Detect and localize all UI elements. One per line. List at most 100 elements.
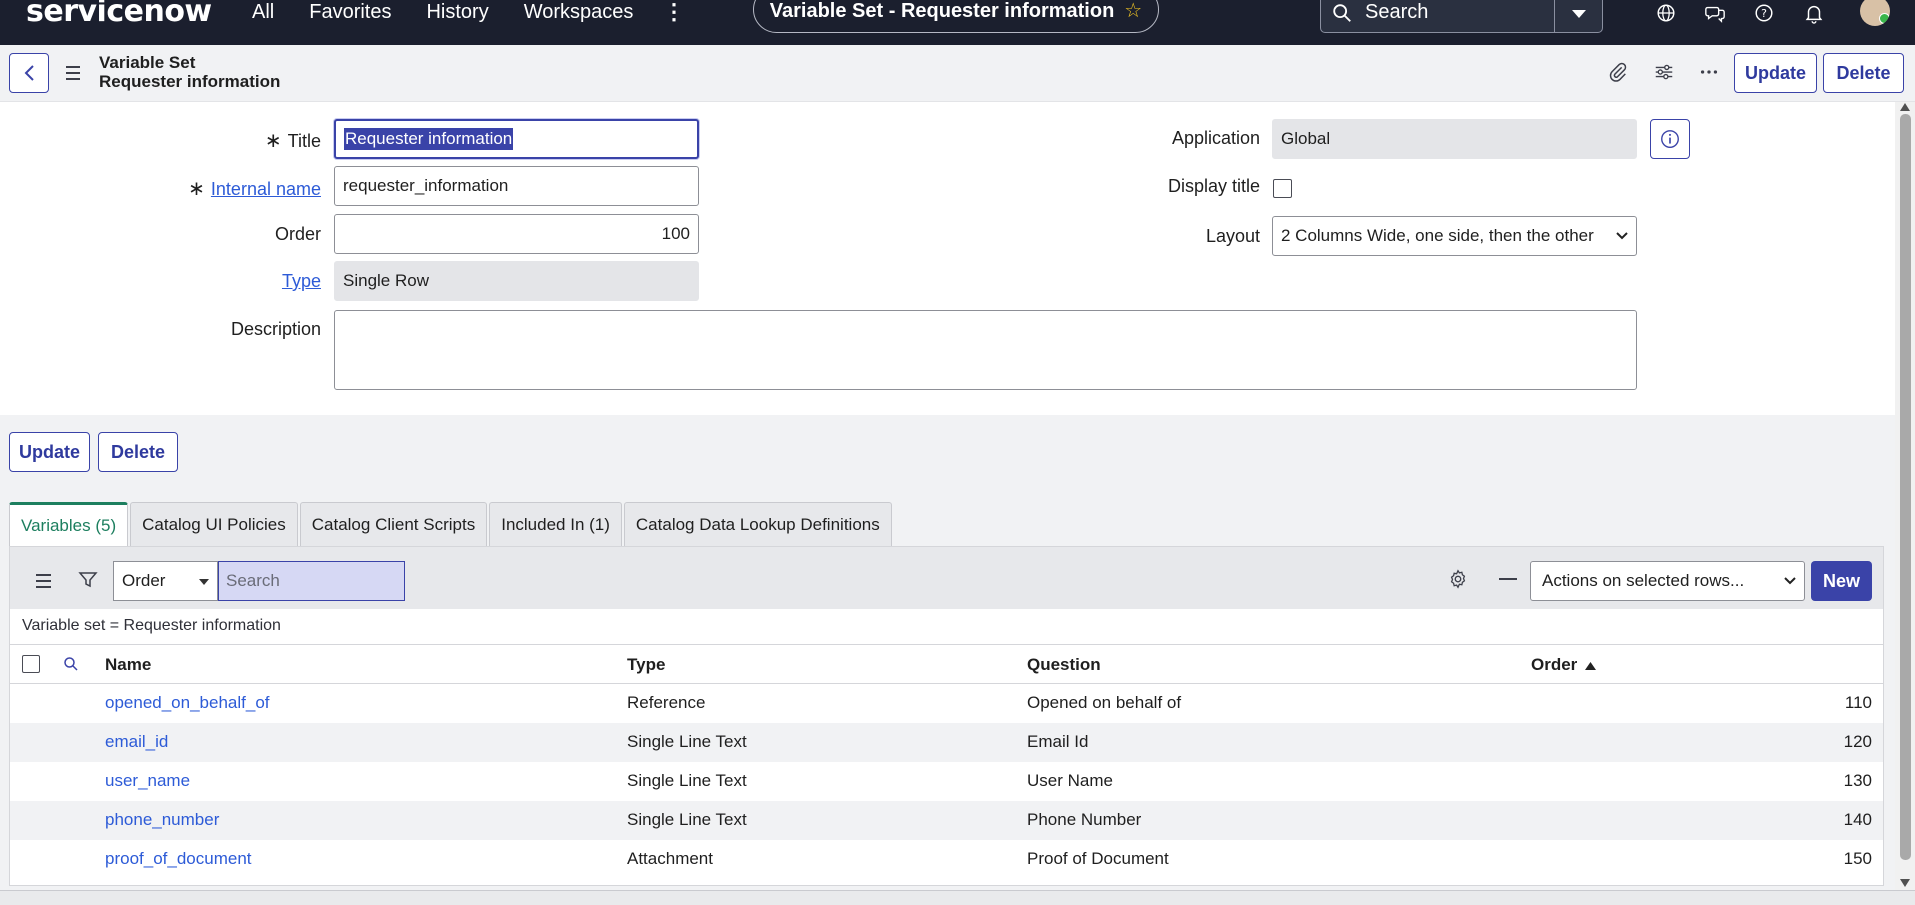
internal-name-link[interactable]: Internal name [211, 179, 321, 199]
tab-catalog-ui-policies[interactable]: Catalog UI Policies [130, 502, 298, 546]
application-info-button[interactable] [1650, 119, 1690, 159]
table-row: proof_of_document Attachment Proof of Do… [10, 840, 1883, 879]
layout-label: Layout [1205, 226, 1260, 246]
record-title-pill[interactable]: Variable Set - Requester information ☆ [753, 0, 1159, 33]
table-row: phone_number Single Line Text Phone Numb… [10, 801, 1883, 840]
select-all-checkbox[interactable] [22, 655, 40, 673]
variable-order: 120 [1843, 732, 1872, 751]
filter-icon[interactable] [78, 570, 98, 590]
variable-type: Single Line Text [627, 771, 747, 790]
header-update-button[interactable]: Update [1734, 53, 1817, 93]
variable-name-link[interactable]: proof_of_document [105, 849, 252, 869]
display-title-label: Display title [1167, 176, 1260, 196]
nav-workspaces[interactable]: Workspaces [524, 0, 634, 25]
title-label: ∗ Title [264, 130, 321, 152]
list-search-input[interactable]: Search [218, 561, 405, 601]
variable-question: User Name [1027, 771, 1113, 790]
tab-variables[interactable]: Variables (5) [9, 502, 129, 546]
description-textarea[interactable] [334, 310, 1637, 390]
application-label: Application [1171, 128, 1260, 148]
variable-question: Opened on behalf of [1027, 693, 1182, 712]
order-input[interactable]: 100 [334, 214, 699, 254]
variable-type: Reference [627, 693, 706, 712]
column-header-type[interactable]: Type [627, 655, 665, 675]
chevron-left-icon [24, 65, 34, 81]
layout-selected-value: 2 Columns Wide, one side, then the other [1281, 226, 1594, 245]
star-icon[interactable]: ☆ [1124, 0, 1142, 23]
vertical-dots-icon[interactable]: ⋮ [663, 0, 685, 24]
tab-catalog-client-scripts[interactable]: Catalog Client Scripts [299, 502, 488, 546]
variable-name-link[interactable]: phone_number [105, 810, 219, 830]
required-asterisk-icon: ∗ [264, 130, 282, 152]
description-label: Description [230, 319, 321, 339]
variable-question: Phone Number [1027, 810, 1142, 829]
new-button[interactable]: New [1811, 561, 1872, 601]
global-search-input[interactable]: Search [1320, 0, 1603, 33]
variable-name-link[interactable]: email_id [105, 732, 168, 752]
layout-select[interactable]: 2 Columns Wide, one side, then the other [1272, 216, 1637, 256]
display-title-checkbox[interactable] [1273, 179, 1292, 198]
info-icon [1661, 130, 1679, 148]
user-avatar[interactable] [1860, 0, 1890, 26]
record-header: Variable Set Requester information Updat… [0, 45, 1915, 102]
paperclip-icon[interactable] [1607, 61, 1629, 83]
title-input[interactable]: Requester information [334, 119, 699, 159]
tab-catalog-data-lookup-definitions[interactable]: Catalog Data Lookup Definitions [623, 502, 892, 546]
search-field-select[interactable]: Order [113, 561, 218, 601]
column-header-order[interactable]: Order [1531, 655, 1597, 675]
form-delete-button[interactable]: Delete [98, 432, 178, 472]
variable-order: 130 [1843, 771, 1872, 790]
search-placeholder: Search [1365, 1, 1429, 23]
form-update-button[interactable]: Update [9, 432, 90, 472]
globe-icon[interactable] [1655, 2, 1677, 24]
search-field-value: Order [122, 571, 166, 590]
column-header-question[interactable]: Question [1027, 655, 1101, 675]
header-delete-button[interactable]: Delete [1823, 53, 1904, 93]
nav-favorites[interactable]: Favorites [309, 0, 391, 25]
settings-sliders-icon[interactable] [1653, 61, 1675, 83]
type-field: Single Row [334, 261, 699, 301]
variable-type: Attachment [627, 849, 713, 868]
sort-ascending-icon [1585, 662, 1597, 670]
context-menu-icon[interactable] [66, 66, 80, 84]
column-search-icon[interactable] [62, 655, 80, 673]
top-navigation: servicenow All Favorites History Workspa… [0, 0, 1915, 45]
record-title: Variable Set - Requester information [769, 0, 1115, 22]
table-header: Name Type Question Order [10, 644, 1883, 684]
list-breadcrumb[interactable]: Variable set = Requester information [22, 617, 281, 635]
scroll-up-icon[interactable] [1900, 103, 1910, 111]
application-field: Global [1272, 119, 1637, 159]
caret-down-icon [199, 579, 209, 585]
chat-icon[interactable] [1704, 2, 1726, 24]
internal-name-input[interactable]: requester_information [334, 166, 699, 206]
servicenow-logo[interactable]: servicenow [26, 0, 212, 29]
search-scope-dropdown[interactable] [1554, 0, 1602, 32]
gear-icon[interactable] [1447, 568, 1469, 590]
collapse-icon[interactable] [1499, 578, 1517, 580]
type-label: Type [220, 271, 321, 292]
nav-links: All Favorites History Workspaces [252, 0, 633, 25]
variable-set-form: ∗ Title Requester information ∗ Internal n… [0, 102, 1895, 415]
bell-icon[interactable] [1803, 2, 1825, 24]
tab-included-in[interactable]: Included In (1) [489, 502, 622, 546]
caret-down-icon [1571, 10, 1586, 18]
table-row: opened_on_behalf_of Reference Opened on … [10, 684, 1883, 723]
back-button[interactable] [9, 53, 49, 93]
variable-order: 140 [1843, 810, 1872, 829]
scroll-down-icon[interactable] [1900, 879, 1910, 887]
help-icon[interactable]: ? [1753, 2, 1775, 24]
more-horizontal-icon[interactable] [1698, 61, 1720, 83]
nav-history[interactable]: History [426, 0, 488, 25]
type-link[interactable]: Type [282, 271, 321, 291]
variables-list: Order Search Actions on selected rows...… [9, 546, 1884, 886]
variable-name-link[interactable]: user_name [105, 771, 190, 791]
list-menu-icon[interactable] [36, 574, 51, 588]
chevron-down-icon [1784, 577, 1796, 585]
vertical-scrollbar[interactable] [1895, 102, 1915, 890]
column-header-name[interactable]: Name [105, 655, 151, 675]
nav-all[interactable]: All [252, 0, 274, 25]
scrollbar-thumb[interactable] [1900, 114, 1911, 860]
actions-select[interactable]: Actions on selected rows... [1530, 561, 1805, 601]
search-icon [1333, 4, 1351, 22]
variable-name-link[interactable]: opened_on_behalf_of [105, 693, 270, 713]
